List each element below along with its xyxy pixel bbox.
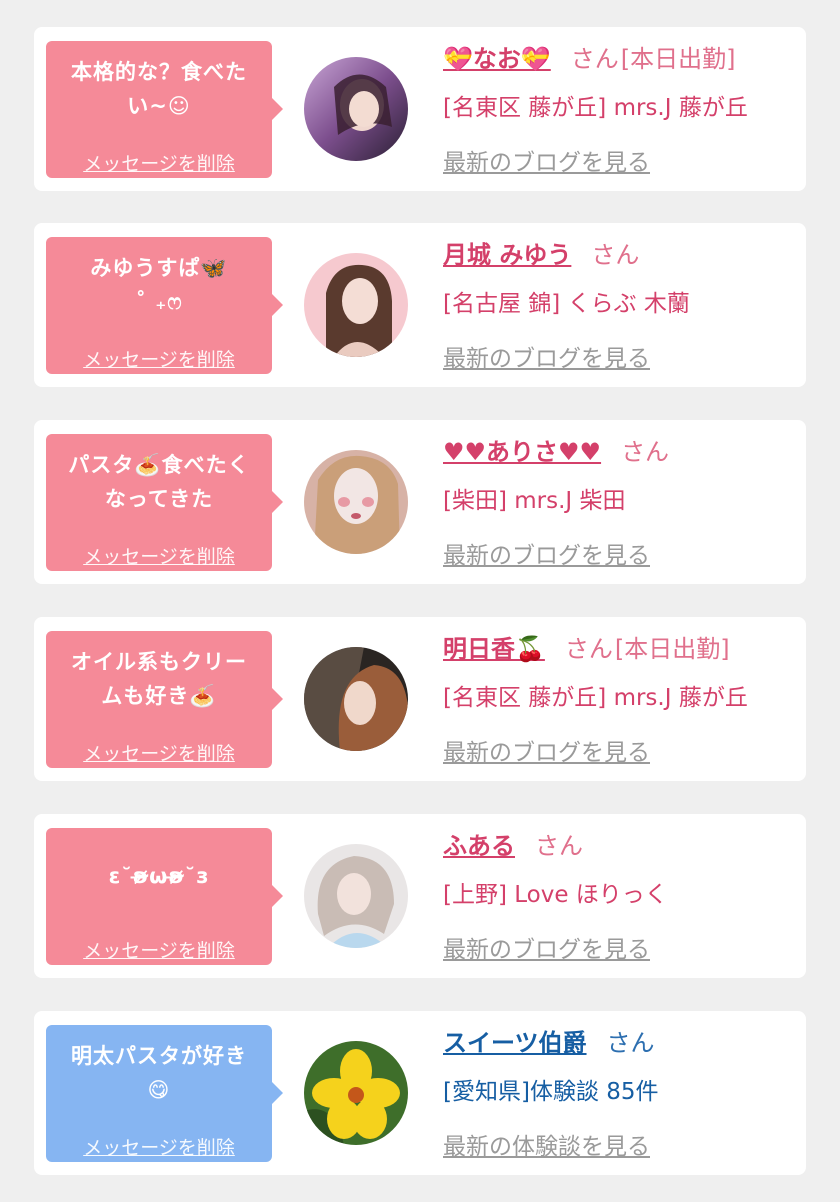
shop-location: [名東区 藤が丘] mrs.J 藤が丘: [443, 95, 748, 121]
shop-location: [名古屋 錦] くらぶ 木蘭: [443, 291, 690, 317]
message-list: 本格的な？食べた い~☺ メッセージを削除 💝なお💝 さん[本日出勤] [名東区 …: [0, 0, 840, 1202]
message-card: 本格的な？食べた い~☺ メッセージを削除 💝なお💝 さん[本日出勤] [名東区 …: [34, 27, 806, 191]
reviewer-name-link[interactable]: スイーツ伯爵: [443, 1029, 587, 1057]
cast-name-link[interactable]: 明日香🍒: [443, 635, 545, 663]
shop-location: [柴田] mrs.J 柴田: [443, 488, 626, 514]
message-text: ε˘ʚ̴̶̷̷ωʚ̴̶̷̷˘з: [108, 864, 210, 888]
honorific: さん: [591, 241, 640, 269]
latest-blog-link[interactable]: 最新のブログを見る: [443, 930, 650, 964]
avatar[interactable]: [304, 450, 408, 554]
avatar[interactable]: [304, 1041, 408, 1145]
card-info: ふある さん [上野] Love ほりっく 最新のブログを見る: [443, 826, 798, 964]
latest-blog-link[interactable]: 最新のブログを見る: [443, 143, 650, 177]
message-card: ε˘ʚ̴̶̷̷ωʚ̴̶̷̷˘з メッセージを削除 ふある さん [上野] Love…: [34, 814, 806, 978]
avatar[interactable]: [304, 253, 408, 357]
delete-message-button[interactable]: メッセージを削除: [46, 739, 272, 766]
delete-message-button[interactable]: メッセージを削除: [46, 149, 272, 176]
latest-blog-link[interactable]: 最新のブログを見る: [443, 536, 650, 570]
avatar[interactable]: [304, 844, 408, 948]
delete-message-button[interactable]: メッセージを削除: [46, 1133, 272, 1160]
message-text: パスタ🍝食べたく なってきた: [68, 453, 250, 511]
card-info: ♥♥ありさ♥♥ さん [柴田] mrs.J 柴田 最新のブログを見る: [443, 432, 798, 570]
message-bubble: 本格的な？食べた い~☺ メッセージを削除: [46, 41, 283, 178]
avatar[interactable]: [304, 647, 408, 751]
cast-name-link[interactable]: ♥♥ありさ♥♥: [443, 438, 601, 466]
latest-blog-link[interactable]: 最新のブログを見る: [443, 733, 650, 767]
honorific: さん: [570, 45, 619, 73]
message-text: みゆうすぱ🦋 ˚ ₊ෆ: [90, 256, 228, 314]
message-card: オイル系もクリー ムも好き🍝 メッセージを削除 明日香🍒 さん[本日出勤] [名東…: [34, 617, 806, 781]
honorific: さん: [564, 635, 613, 663]
message-text: 本格的な？食べた い~☺: [71, 60, 247, 118]
honorific: さん: [606, 1029, 655, 1057]
shop-location: [上野] Love ほりっく: [443, 882, 668, 908]
avatar[interactable]: [304, 57, 408, 161]
message-text: 明太パスタが好き 😋: [71, 1044, 247, 1102]
message-text: オイル系もクリー ムも好き🍝: [71, 650, 247, 708]
cast-name-link[interactable]: 月城 みゆう: [443, 241, 571, 269]
latest-review-link[interactable]: 最新の体験談を見る: [443, 1127, 650, 1161]
message-bubble: オイル系もクリー ムも好き🍝 メッセージを削除: [46, 631, 283, 768]
card-info: スイーツ伯爵 さん [愛知県]体験談 85件 最新の体験談を見る: [443, 1023, 798, 1161]
shop-location: [名東区 藤が丘] mrs.J 藤が丘: [443, 685, 748, 711]
message-card: みゆうすぱ🦋 ˚ ₊ෆ メッセージを削除 月城 みゆう さん [名古屋 錦] くら…: [34, 223, 806, 387]
delete-message-button[interactable]: メッセージを削除: [46, 936, 272, 963]
honorific: さん: [535, 832, 583, 860]
message-bubble: 明太パスタが好き 😋 メッセージを削除: [46, 1025, 283, 1162]
message-card: パスタ🍝食べたく なってきた メッセージを削除 ♥♥ありさ♥♥ さん [柴田] m…: [34, 420, 806, 584]
card-info: 💝なお💝 さん[本日出勤] [名東区 藤が丘] mrs.J 藤が丘 最新のブログを…: [443, 39, 798, 177]
message-bubble: ε˘ʚ̴̶̷̷ωʚ̴̶̷̷˘з メッセージを削除: [46, 828, 283, 965]
latest-blog-link[interactable]: 最新のブログを見る: [443, 339, 650, 373]
cast-name-link[interactable]: 💝なお💝: [443, 45, 551, 73]
card-info: 月城 みゆう さん [名古屋 錦] くらぶ 木蘭 最新のブログを見る: [443, 235, 798, 373]
status-badge: [本日出勤]: [614, 635, 730, 663]
status-badge: [本日出勤]: [620, 45, 736, 73]
message-bubble: パスタ🍝食べたく なってきた メッセージを削除: [46, 434, 283, 571]
message-bubble: みゆうすぱ🦋 ˚ ₊ෆ メッセージを削除: [46, 237, 283, 374]
delete-message-button[interactable]: メッセージを削除: [46, 542, 272, 569]
delete-message-button[interactable]: メッセージを削除: [46, 345, 272, 372]
card-info: 明日香🍒 さん[本日出勤] [名東区 藤が丘] mrs.J 藤が丘 最新のブログを…: [443, 629, 798, 767]
honorific: さん: [621, 438, 670, 466]
cast-name-link[interactable]: ふある: [443, 832, 515, 860]
message-card: 明太パスタが好き 😋 メッセージを削除 スイーツ伯爵 さん [愛知県]体験談 8…: [34, 1011, 806, 1175]
review-location: [愛知県]体験談 85件: [443, 1079, 659, 1105]
